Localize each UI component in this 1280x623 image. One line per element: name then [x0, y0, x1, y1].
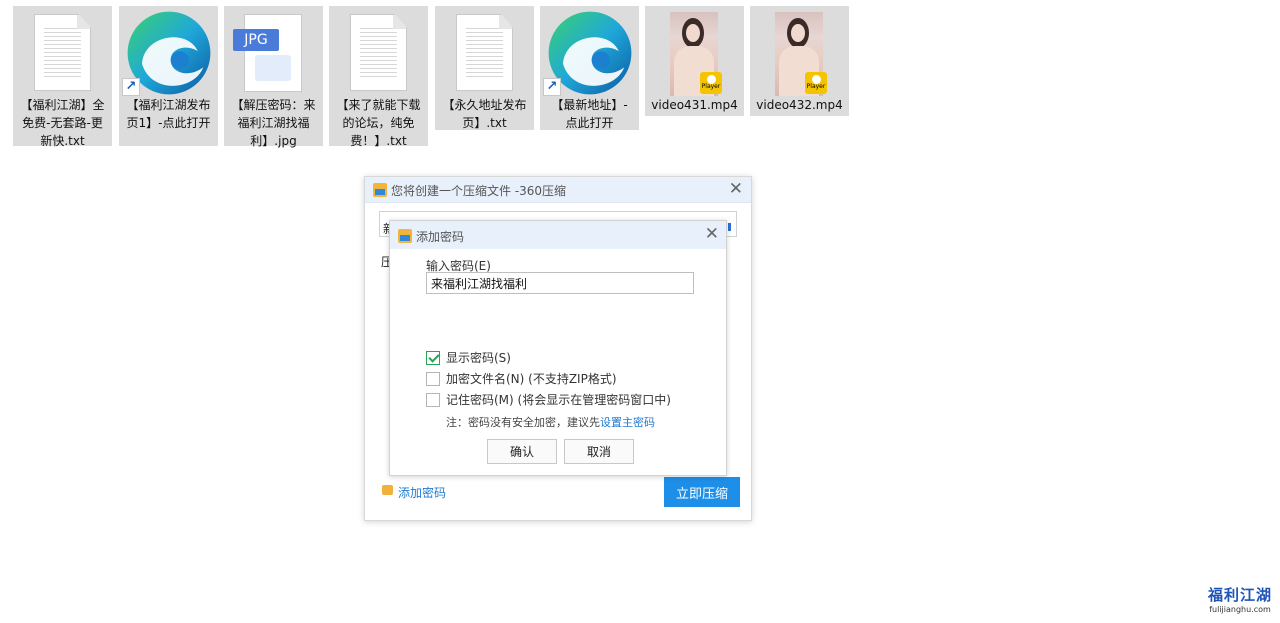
show-password-option[interactable]: 显示密码(S) [426, 349, 511, 366]
file-tile[interactable]: Player video431.mp4 [645, 6, 744, 116]
edge-browser-icon: ↗ [119, 6, 218, 96]
security-note: 注：密码没有安全加密，建议先设置主密码 [446, 416, 655, 429]
text-file-icon [329, 6, 428, 96]
file-name: video431.mp4 [651, 98, 738, 112]
file-tile[interactable]: 【福利江湖】全免费-无套路-更新快.txt [13, 6, 112, 148]
encrypt-filenames-option[interactable]: 加密文件名(N) (不支持ZIP格式) [426, 370, 617, 387]
file-name: video432.mp4 [756, 98, 843, 112]
file-name: 【最新地址】-点此打开 [551, 98, 628, 130]
add-password-link[interactable]: 添加密码 [383, 484, 446, 501]
text-file-icon [435, 6, 534, 96]
confirm-button[interactable]: 确认 [487, 439, 557, 464]
video-thumbnail: Player [750, 6, 849, 96]
field-scroll-indicator [728, 223, 731, 231]
file-name: 【来了就能下载的论坛，纯免费！】.txt [336, 98, 421, 148]
desktop-file-area: 【福利江湖】全免费-无套路-更新快.txt ↗ 【福利江湖发布页1】-点此打开 … [0, 0, 1280, 160]
show-password-checkbox[interactable] [426, 350, 440, 365]
shortcut-arrow-icon: ↗ [543, 78, 561, 96]
cancel-button[interactable]: 取消 [564, 439, 634, 464]
remember-password-option[interactable]: 记住密码(M) (将会显示在管理密码窗口中) [426, 391, 671, 408]
player-icon: Player [805, 72, 827, 94]
password-input[interactable] [426, 272, 694, 294]
add-password-dialog: 添加密码 ✕ 输入密码(E) 显示密码(S) 加密文件名(N) (不支持ZIP格… [389, 220, 727, 476]
app-icon [398, 229, 412, 243]
file-name: 【福利江湖发布页1】-点此打开 [126, 98, 211, 130]
file-tile[interactable]: ↗ 【最新地址】-点此打开 [540, 6, 639, 130]
file-name: 【永久地址发布页】.txt [442, 98, 527, 130]
video-thumbnail: Player [645, 6, 744, 96]
password-dialog-titlebar[interactable]: 添加密码 ✕ [390, 221, 726, 249]
file-tile[interactable]: 【来了就能下载的论坛，纯免费！】.txt [329, 6, 428, 148]
app-icon [373, 183, 387, 197]
file-tile[interactable]: JPG 【解压密码：来福利江湖找福利】.jpg [224, 6, 323, 148]
file-name: 【解压密码：来福利江湖找福利】.jpg [231, 98, 316, 148]
password-dialog-title: 添加密码 [416, 230, 465, 244]
watermark-logo: 福利江湖 fulijianghu.com [1203, 584, 1277, 614]
dialog-titlebar[interactable]: 您将创建一个压缩文件 -360压缩 ✕ [365, 177, 751, 203]
dialog-title: 您将创建一个压缩文件 -360压缩 [391, 184, 567, 198]
file-name: 【福利江湖】全免费-无套路-更新快.txt [20, 98, 105, 148]
player-icon: Player [700, 72, 722, 94]
file-tile[interactable]: 【永久地址发布页】.txt [435, 6, 534, 130]
jpg-file-icon: JPG [224, 6, 323, 96]
text-file-icon [13, 6, 112, 96]
compress-now-button[interactable]: 立即压缩 [664, 477, 740, 507]
shortcut-arrow-icon: ↗ [122, 78, 140, 96]
jpg-badge: JPG [233, 29, 279, 51]
watermark-url: fulijianghu.com [1209, 605, 1271, 614]
encrypt-filenames-checkbox[interactable] [426, 371, 440, 386]
close-icon[interactable]: ✕ [705, 225, 719, 243]
set-master-password-link[interactable]: 设置主密码 [600, 416, 655, 429]
remember-password-checkbox[interactable] [426, 392, 440, 407]
file-tile[interactable]: Player video432.mp4 [750, 6, 849, 116]
edge-browser-icon: ↗ [540, 6, 639, 96]
close-icon[interactable]: ✕ [729, 180, 743, 198]
watermark-title: 福利江湖 [1207, 586, 1272, 604]
file-tile[interactable]: ↗ 【福利江湖发布页1】-点此打开 [119, 6, 218, 146]
